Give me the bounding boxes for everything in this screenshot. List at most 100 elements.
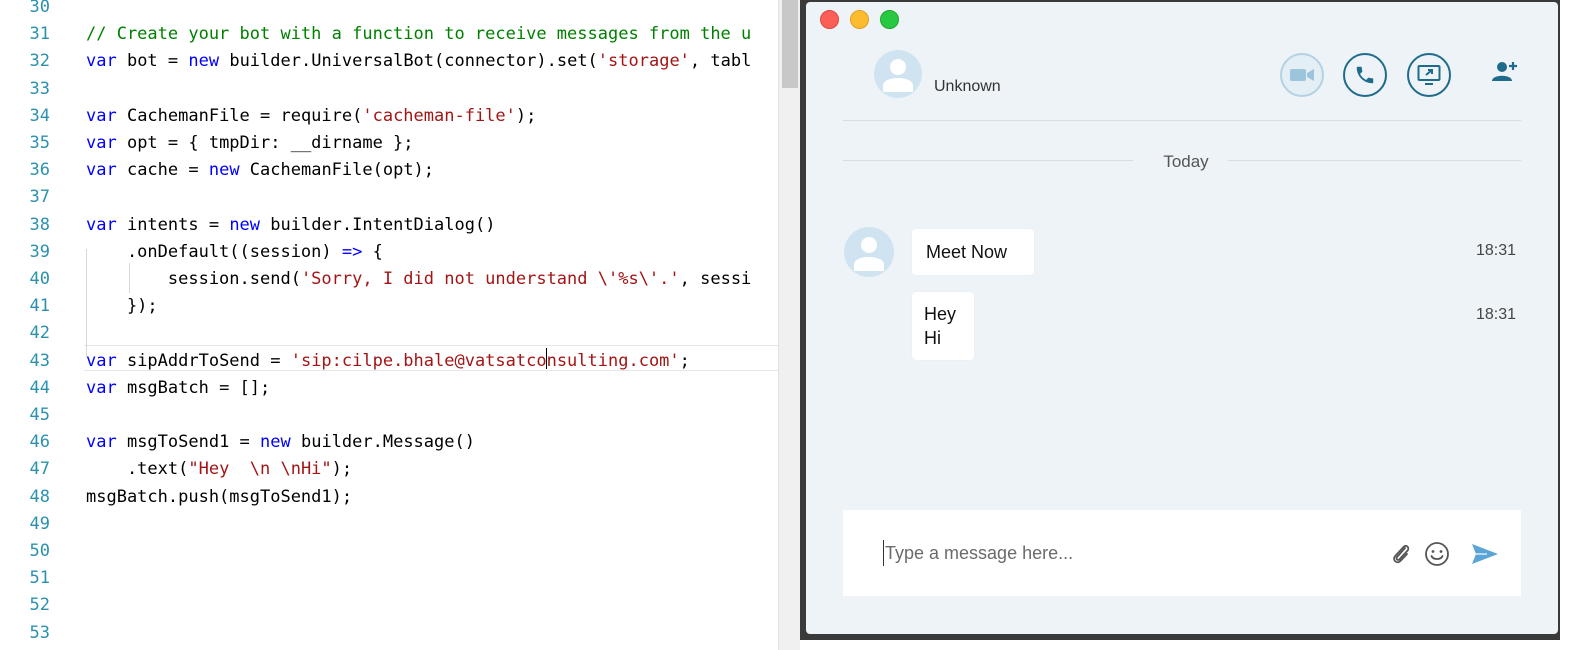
- line-number: 38: [29, 214, 50, 235]
- message-bubble[interactable]: Hey Hi: [912, 292, 974, 360]
- code-keyword: var: [86, 432, 117, 453]
- code-token: builder.IntentDialog(): [260, 214, 496, 235]
- sender-avatar[interactable]: [844, 227, 894, 277]
- scrollbar-thumb[interactable]: [782, 0, 798, 88]
- line-number: 40: [29, 269, 50, 289]
- code-token: );: [331, 459, 353, 480]
- code-line[interactable]: 32 var bot = new builder.UniversalBot(con…: [0, 48, 800, 75]
- line-number: 49: [29, 513, 50, 534]
- code-line[interactable]: 34 var CachemanFile = require('cacheman-f…: [0, 103, 800, 130]
- code-line[interactable]: 46 var msgToSend1 = new builder.Message(): [0, 429, 800, 456]
- video-call-button[interactable]: [1280, 53, 1324, 97]
- chat-window: Unknown Today Meet Now 18:31 Hey Hi 18:3…: [800, 0, 1560, 640]
- code-line[interactable]: 39 .onDefault((session) => {: [0, 239, 800, 266]
- code-line[interactable]: 44 var msgBatch = [];: [0, 375, 800, 402]
- line-number: 41: [29, 296, 50, 317]
- code-line[interactable]: 51: [0, 565, 800, 592]
- code-token: cache =: [116, 160, 209, 181]
- code-text: var msgBatch = [];: [86, 375, 270, 402]
- close-window-button[interactable]: [820, 10, 839, 29]
- send-button[interactable]: [1471, 540, 1499, 568]
- code-line[interactable]: 41 });: [0, 293, 800, 320]
- line-number: 39: [29, 241, 50, 262]
- message-text: Meet Now: [926, 242, 1008, 262]
- chat-window-content: Unknown Today Meet Now 18:31 Hey Hi 18:3…: [806, 2, 1558, 634]
- code-line[interactable]: 48 msgBatch.push(msgToSend1);: [0, 484, 800, 511]
- minimize-window-button[interactable]: [850, 10, 869, 29]
- code-line[interactable]: 36 var cache = new CachemanFile(opt);: [0, 157, 800, 184]
- code-keyword: var: [86, 105, 117, 126]
- code-line[interactable]: 42: [0, 320, 800, 347]
- code-token: {: [362, 241, 383, 262]
- code-string: 'sip:cilpe.bhale@vatsatconsulting.com': [290, 350, 680, 371]
- line-number: 53: [29, 622, 50, 643]
- message-text-line: Hi: [924, 328, 941, 348]
- code-token: intents =: [116, 214, 230, 235]
- code-string: 'Sorry, I did not understand \'%s\'.': [300, 269, 680, 289]
- code-text: var CachemanFile = require('cacheman-fil…: [86, 103, 536, 130]
- attach-file-button[interactable]: [1387, 540, 1415, 568]
- contact-name: Unknown: [934, 78, 1001, 95]
- code-line[interactable]: 53: [0, 620, 800, 647]
- code-line[interactable]: 47 .text("Hey \n \nHi");: [0, 456, 800, 483]
- code-token: CachemanFile(opt);: [239, 160, 435, 181]
- message-timestamp: 18:31: [1476, 242, 1517, 259]
- code-text: var msgToSend1 = new builder.Message(): [86, 429, 475, 456]
- code-keyword: var: [86, 51, 117, 72]
- code-line[interactable]: 33: [0, 76, 800, 103]
- code-text: var bot = new builder.UniversalBot(conne…: [86, 48, 751, 75]
- code-line[interactable]: 52: [0, 592, 800, 619]
- code-text: // Create your bot with a function to re…: [86, 21, 751, 48]
- text-caret: [546, 348, 547, 369]
- code-string: 'cacheman-file': [362, 105, 516, 126]
- share-screen-button[interactable]: [1407, 53, 1451, 97]
- code-line[interactable]: 49: [0, 511, 800, 538]
- code-line[interactable]: 50: [0, 538, 800, 565]
- emoji-button[interactable]: [1423, 540, 1451, 568]
- code-text: var intents = new builder.IntentDialog(): [86, 212, 495, 239]
- message-input[interactable]: [883, 540, 1355, 566]
- paperclip-icon: [1393, 544, 1410, 564]
- code-line[interactable]: 45: [0, 402, 800, 429]
- code-keyword: new: [260, 432, 291, 453]
- code-text: var opt = { tmpDir: __dirname };: [86, 130, 414, 157]
- code-token: msgBatch.push(msgToSend1);: [86, 486, 353, 507]
- line-number: 31: [29, 24, 50, 45]
- emoji-icon: [1425, 542, 1449, 566]
- line-number: 30: [29, 0, 50, 17]
- code-token: });: [86, 296, 158, 317]
- code-line[interactable]: 30: [0, 0, 800, 21]
- code-comment: u: [741, 24, 752, 45]
- indent-guide: [86, 249, 87, 357]
- audio-call-button[interactable]: [1343, 53, 1387, 97]
- message-timestamp: 18:31: [1476, 306, 1517, 323]
- message-bubble[interactable]: Meet Now: [912, 229, 1034, 275]
- code-token: msgBatch = [];: [116, 377, 271, 398]
- code-line[interactable]: 43 var sipAddrToSend = 'sip:cilpe.bhale@v…: [0, 348, 800, 375]
- zoom-window-button[interactable]: [880, 10, 899, 29]
- editor-scrollbar[interactable]: [778, 0, 800, 650]
- line-number: 52: [29, 595, 50, 616]
- code-token: builder.UniversalBot(connector).set(: [219, 51, 598, 72]
- line-number: 46: [29, 432, 50, 453]
- line-number: 33: [29, 78, 50, 99]
- add-participant-button[interactable]: [1490, 57, 1520, 87]
- line-number: 32: [29, 51, 50, 72]
- contact-avatar[interactable]: [874, 50, 922, 98]
- code-line[interactable]: 38 var intents = new builder.IntentDialog…: [0, 212, 800, 239]
- code-text: });: [86, 293, 158, 320]
- code-token: CachemanFile = require(: [116, 105, 363, 126]
- code-line[interactable]: 40 session.send('Sorry, I did not unders…: [0, 266, 800, 293]
- code-keyword: var: [86, 350, 117, 371]
- code-token: .text(: [86, 459, 189, 480]
- code-editor[interactable]: 30 31 // Create your bot with a function t…: [0, 0, 800, 650]
- code-token: ;: [679, 350, 690, 371]
- send-icon: [1472, 544, 1498, 564]
- line-number: 50: [29, 541, 50, 561]
- code-line[interactable]: 37: [0, 184, 800, 211]
- code-line[interactable]: 35 var opt = { tmpDir: __dirname };: [0, 130, 800, 157]
- line-number: 35: [29, 133, 50, 153]
- code-line[interactable]: 31 // Create your bot with a function to …: [0, 21, 800, 48]
- avatar-head-shape: [861, 237, 877, 253]
- line-number: 44: [29, 377, 50, 398]
